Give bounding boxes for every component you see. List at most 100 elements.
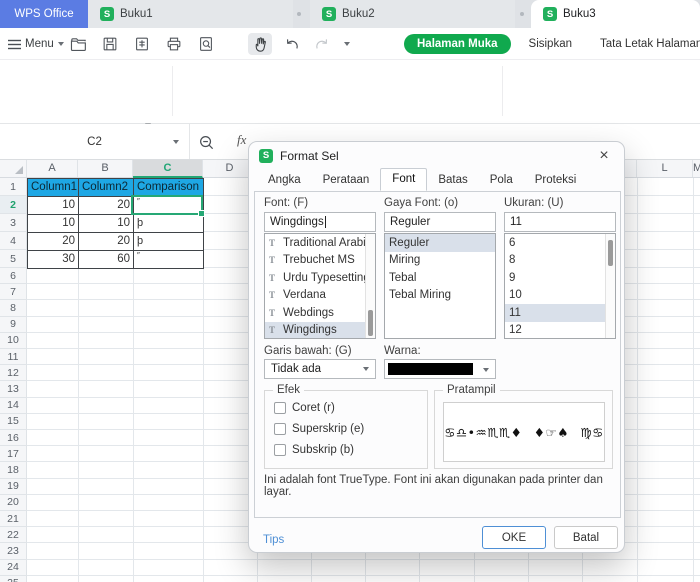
table-cell[interactable]: ″: [134, 251, 204, 269]
list-item[interactable]: Tebal Miring: [385, 287, 495, 305]
zoom-out-button[interactable]: [194, 131, 218, 153]
font-style-list[interactable]: Reguler Miring Tebal Tebal Miring: [384, 233, 496, 339]
font-size-input[interactable]: 11: [504, 212, 616, 232]
font-color-dropdown[interactable]: [384, 359, 496, 379]
toolbar-more-button[interactable]: [338, 33, 356, 55]
row-header[interactable]: 18: [0, 462, 27, 479]
ribbon-tab[interactable]: Tata Letak Halaman: [586, 38, 700, 50]
export-button[interactable]: [130, 33, 154, 55]
column-header[interactable]: A: [27, 160, 78, 177]
ribbon-tab[interactable]: Halaman Muka: [404, 34, 511, 54]
row-header[interactable]: 13: [0, 381, 27, 398]
dialog-tab[interactable]: Perataan: [312, 171, 381, 191]
list-item[interactable]: T Wingdings: [265, 321, 375, 338]
redo-button[interactable]: [310, 33, 334, 55]
table-cell[interactable]: þ: [134, 233, 204, 251]
row-header[interactable]: 14: [0, 397, 27, 414]
dialog-tab[interactable]: Angka: [257, 171, 312, 191]
dialog-tab[interactable]: Proteksi: [524, 171, 588, 191]
row-header[interactable]: 6: [0, 268, 27, 285]
row-header[interactable]: 1: [0, 178, 27, 196]
list-item[interactable]: 12: [505, 322, 615, 339]
underline-dropdown[interactable]: Tidak ada: [264, 359, 376, 379]
column-header[interactable]: C: [133, 160, 203, 178]
row-header[interactable]: 3: [0, 214, 27, 232]
open-file-button[interactable]: [66, 33, 90, 55]
select-all-corner[interactable]: [0, 160, 27, 177]
undo-button[interactable]: [280, 33, 304, 55]
row-header[interactable]: 20: [0, 494, 27, 511]
scrollbar-thumb[interactable]: [608, 240, 613, 266]
list-item[interactable]: 6: [505, 234, 615, 252]
table-cell[interactable]: ″: [134, 197, 204, 215]
row-header[interactable]: 10: [0, 332, 27, 349]
table-cell[interactable]: 10: [79, 215, 134, 233]
row-header[interactable]: 15: [0, 413, 27, 430]
table-header-cell[interactable]: Column2: [79, 179, 134, 197]
list-item[interactable]: T Webdings: [265, 304, 375, 322]
document-tab[interactable]: S Buku2: [310, 0, 515, 28]
column-header[interactable]: L: [637, 160, 693, 177]
list-item[interactable]: 10: [505, 287, 615, 305]
table-cell[interactable]: 10: [28, 215, 79, 233]
table-header-cell[interactable]: Column1: [28, 179, 79, 197]
insert-function-button[interactable]: fx: [237, 132, 246, 148]
dialog-tab[interactable]: Font: [380, 168, 428, 191]
menu-button[interactable]: Menu: [8, 33, 64, 55]
dialog-tab[interactable]: Pola: [479, 171, 524, 191]
scrollbar-thumb[interactable]: [368, 310, 373, 336]
list-item[interactable]: Miring: [385, 252, 495, 270]
table-cell[interactable]: 20: [79, 197, 134, 215]
column-header[interactable]: B: [78, 160, 133, 177]
tips-link[interactable]: Tips: [263, 534, 284, 546]
list-item[interactable]: T Traditional Arabic: [265, 234, 375, 252]
column-header[interactable]: M: [693, 160, 700, 177]
checkbox-icon[interactable]: [274, 444, 286, 456]
row-header[interactable]: 17: [0, 446, 27, 463]
cancel-button[interactable]: Batal: [554, 526, 618, 549]
cell-name-box[interactable]: C2: [0, 124, 190, 159]
checkbox-icon[interactable]: [274, 402, 286, 414]
row-header[interactable]: 8: [0, 300, 27, 317]
print-button[interactable]: [162, 33, 186, 55]
row-header[interactable]: 9: [0, 316, 27, 333]
ok-button[interactable]: OKE: [482, 526, 546, 549]
list-item[interactable]: T Trebuchet MS: [265, 252, 375, 270]
row-header[interactable]: 25: [0, 575, 27, 582]
sheet-row[interactable]: 24: [0, 559, 700, 576]
row-header[interactable]: 4: [0, 232, 27, 250]
table-header-cell[interactable]: Comparison: [134, 179, 204, 197]
row-header[interactable]: 23: [0, 543, 27, 560]
dialog-close-button[interactable]: ×: [594, 146, 614, 166]
row-header[interactable]: 2: [0, 196, 27, 214]
table-cell[interactable]: 30: [28, 251, 79, 269]
row-header[interactable]: 21: [0, 511, 27, 528]
effect-checkbox-row[interactable]: Subskrip (b): [274, 444, 427, 456]
row-header[interactable]: 24: [0, 559, 27, 576]
row-header[interactable]: 11: [0, 349, 27, 366]
list-item[interactable]: 11: [505, 304, 615, 322]
list-item[interactable]: Reguler: [385, 234, 495, 252]
size-list-scrollbar[interactable]: [605, 234, 615, 338]
row-header[interactable]: 22: [0, 527, 27, 544]
list-item[interactable]: T Urdu Typesetting: [265, 269, 375, 287]
font-style-input[interactable]: Reguler: [384, 212, 496, 232]
font-name-input[interactable]: Wingdings: [264, 212, 376, 232]
row-header[interactable]: 7: [0, 284, 27, 301]
save-button[interactable]: [98, 33, 122, 55]
list-item[interactable]: 8: [505, 252, 615, 270]
row-header[interactable]: 12: [0, 365, 27, 382]
dialog-title-bar[interactable]: S Format Sel: [249, 142, 624, 169]
effect-checkbox-row[interactable]: Superskrip (e): [274, 423, 427, 435]
row-header[interactable]: 16: [0, 430, 27, 447]
sheet-row[interactable]: 25: [0, 575, 700, 582]
effect-checkbox-row[interactable]: Coret (r): [274, 402, 427, 414]
hand-tool-button[interactable]: [248, 33, 272, 55]
font-size-list[interactable]: 6 8 9 10 11 12: [504, 233, 616, 339]
list-item[interactable]: T Verdana: [265, 287, 375, 305]
row-header[interactable]: 19: [0, 478, 27, 495]
dialog-tab[interactable]: Batas: [427, 171, 478, 191]
ribbon-tab[interactable]: Sisipkan: [515, 38, 586, 50]
font-list[interactable]: T Traditional Arabic T Trebuchet MS T Urdu Ty…: [264, 233, 376, 339]
font-list-scrollbar[interactable]: [365, 234, 375, 338]
